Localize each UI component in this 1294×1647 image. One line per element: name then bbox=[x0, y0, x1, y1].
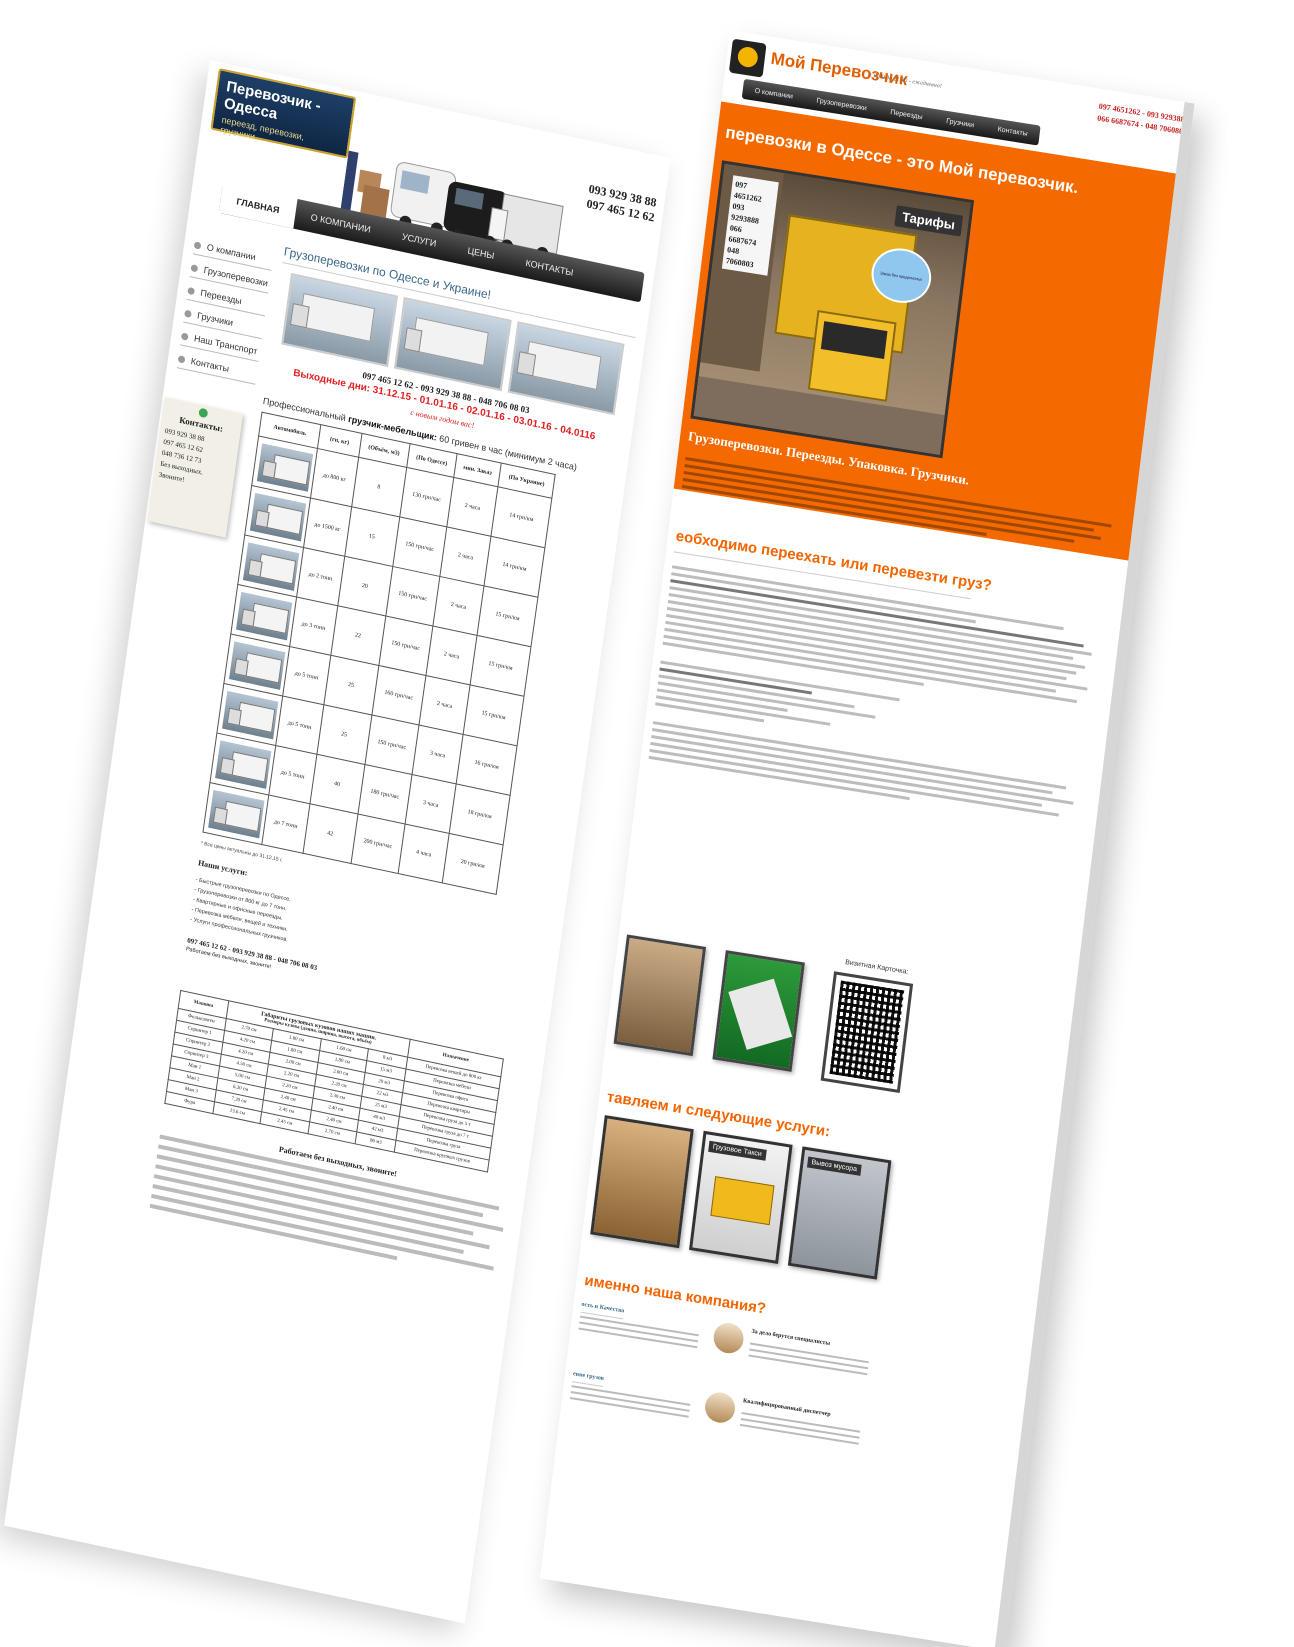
service-card-label: Вывоз мусора bbox=[806, 1156, 862, 1176]
load-cell: до 1500 кг bbox=[303, 497, 352, 557]
gallery-photo[interactable] bbox=[712, 950, 805, 1072]
sidebar-label: Наш Транспорт bbox=[193, 333, 259, 357]
bullet-icon bbox=[187, 286, 196, 295]
bullet-icon bbox=[193, 240, 202, 250]
nav-cargo[interactable]: Грузоперевозки bbox=[816, 97, 867, 112]
hero-truck-image: 097 4651262 093 9293888 066 6687674 048 … bbox=[690, 160, 975, 459]
left-sidebar: О компании Грузоперевозки Переезды Грузч… bbox=[176, 235, 274, 388]
bullet-icon bbox=[184, 309, 192, 318]
handshake-icon bbox=[711, 1320, 746, 1356]
min-order-cell: 2 часа bbox=[425, 625, 478, 685]
load-cell: до 5 тонн bbox=[275, 696, 324, 755]
service-card-waste-removal[interactable]: Вывоз мусора bbox=[787, 1146, 892, 1280]
nav-contacts[interactable]: Контакты bbox=[508, 245, 591, 291]
min-order-cell: 2 часа bbox=[446, 477, 498, 537]
truck-photo bbox=[394, 297, 512, 392]
service-card-label: Грузовое Такси bbox=[708, 1140, 767, 1161]
min-order-cell: 2 часа bbox=[432, 576, 485, 636]
brand-name[interactable]: Мой Перевозчик bbox=[770, 49, 909, 90]
dimensions-table: Машина Габариты грузовых кузовов наших м… bbox=[164, 990, 504, 1173]
left-logo[interactable]: Перевозчик - Одесса переезд, перевозки, … bbox=[210, 68, 357, 159]
left-main-content: Грузоперевозки по Одессе и Украине! 097 … bbox=[149, 244, 639, 1289]
truck-photo bbox=[507, 321, 625, 416]
min-order-cell: 2 часа bbox=[439, 526, 491, 586]
load-cell: до 2 тонн bbox=[296, 547, 345, 606]
load-cell: до 3 тонн bbox=[289, 597, 338, 656]
laptop-logo-icon[interactable] bbox=[728, 38, 767, 78]
bullet-icon bbox=[190, 263, 199, 272]
min-order-cell: 3 часа bbox=[405, 774, 457, 834]
load-cell: до 5 тонн bbox=[268, 745, 317, 804]
nav-moves[interactable]: Переезды bbox=[890, 109, 923, 121]
service-card[interactable] bbox=[590, 1115, 694, 1249]
composite-screenshot: Перевозчик - Одесса переезд, перевозки, … bbox=[0, 0, 1294, 1647]
features-list: ость и Качество За дело берутся специали… bbox=[565, 1300, 1017, 1508]
rates-table: Автомобиль (гп, кг) (Объём, м3) (По Одес… bbox=[202, 412, 556, 895]
volume-cell: 42 bbox=[302, 803, 358, 864]
pushpin-icon bbox=[198, 407, 209, 419]
sidebar-label: Грузчики bbox=[196, 310, 234, 328]
sidebar-label: Контакты bbox=[190, 355, 230, 374]
bullet-icon bbox=[177, 354, 186, 364]
service-card-cargo-taxi[interactable]: Грузовое Такси bbox=[689, 1130, 793, 1264]
gallery-photo[interactable] bbox=[613, 934, 707, 1057]
nav-movers[interactable]: Грузчики bbox=[946, 117, 975, 128]
sidebar-label: О компании bbox=[206, 242, 257, 263]
bullet-icon bbox=[180, 331, 189, 341]
load-cell: до 7 тонн bbox=[261, 795, 310, 854]
truck-photo bbox=[281, 273, 399, 368]
business-card-label: Визитная Карточка: bbox=[844, 958, 909, 976]
load-cell: до 800 кг bbox=[310, 448, 359, 507]
min-order-cell: 2 часа bbox=[419, 675, 471, 735]
city-price-cell: 200 грн/час bbox=[350, 813, 406, 874]
left-header-phones: 093 929 38 88 097 465 12 62 bbox=[586, 182, 658, 226]
ukraine-price-cell: 20 грн/км bbox=[442, 833, 504, 895]
sidebar-label: Переезды bbox=[199, 287, 243, 307]
nav-contacts[interactable]: Контакты bbox=[997, 126, 1028, 138]
min-order-cell: 3 часа bbox=[412, 725, 464, 784]
body-text bbox=[648, 561, 1108, 831]
contacts-sticky-note: Контакты: 093 929 38 88 097 465 12 62 04… bbox=[147, 397, 244, 538]
nav-about[interactable]: О компании bbox=[754, 87, 793, 100]
load-cell: до 5 тонн bbox=[282, 646, 331, 705]
nav-home[interactable]: Главная bbox=[218, 179, 298, 229]
dispatcher-avatar-icon bbox=[703, 1390, 737, 1425]
min-order-cell: 4 часа bbox=[398, 824, 450, 883]
right-header-phones: 097 4651262 - 093 9293888 066 6687674 - … bbox=[1097, 101, 1190, 139]
qr-code-icon[interactable] bbox=[820, 971, 914, 1094]
